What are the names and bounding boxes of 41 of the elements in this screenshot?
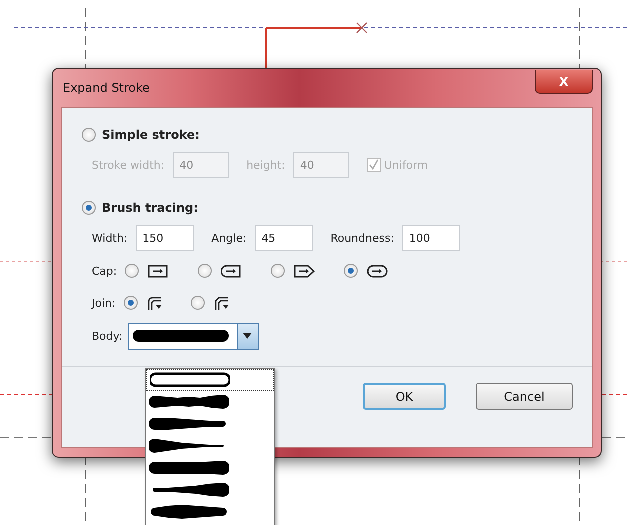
dialog-button[interactable]: Cancel — [476, 383, 573, 410]
brush-shape-icon — [149, 416, 229, 432]
field-label: Angle: — [212, 232, 247, 244]
radio-button[interactable] — [344, 264, 358, 278]
line-cap-icon — [294, 264, 316, 278]
caret-icon — [243, 333, 252, 339]
line-cap-icon — [367, 264, 390, 278]
line-cap-icon — [148, 264, 170, 278]
dialog-button[interactable]: OK — [363, 383, 446, 410]
radio-button[interactable] — [198, 264, 212, 278]
radio-button[interactable] — [82, 201, 96, 215]
radio-button[interactable] — [125, 264, 140, 278]
radio-button[interactable] — [82, 128, 96, 142]
brush-shape-icon — [150, 372, 230, 388]
brush-shape-icon — [149, 504, 229, 520]
field-label: Body: — [92, 330, 123, 342]
close-button[interactable]: X — [535, 70, 593, 94]
number-field[interactable]: 100 — [402, 225, 460, 251]
field-label: Width: — [92, 232, 128, 244]
number-field[interactable]: 150 — [136, 225, 194, 251]
brush-shape-icon — [132, 328, 229, 344]
line-cap-icon — [221, 264, 244, 278]
brush-shape-icon — [149, 460, 229, 476]
option-label: Simple stroke: — [102, 128, 200, 142]
brush-shape-icon — [149, 394, 229, 410]
radio-button[interactable] — [271, 264, 286, 278]
checkbox-label: Uniform — [384, 158, 428, 172]
field-label: Roundness: — [330, 232, 394, 244]
field-label: Join: — [92, 296, 116, 310]
brush-shape-option[interactable] — [146, 369, 274, 391]
line-join-icon — [146, 296, 163, 310]
number-field[interactable]: 45 — [254, 225, 313, 251]
field-label: Cap: — [92, 264, 118, 278]
body-dropdown[interactable] — [128, 322, 259, 350]
radio-button[interactable] — [124, 296, 138, 310]
radio-button[interactable] — [190, 296, 205, 310]
window-title: Expand Stroke — [62, 81, 150, 95]
field-label: Stroke width: — [92, 158, 165, 172]
field-label: height: — [246, 158, 286, 172]
option-label: Brush tracing: — [102, 201, 198, 215]
line-join-icon — [214, 296, 230, 310]
